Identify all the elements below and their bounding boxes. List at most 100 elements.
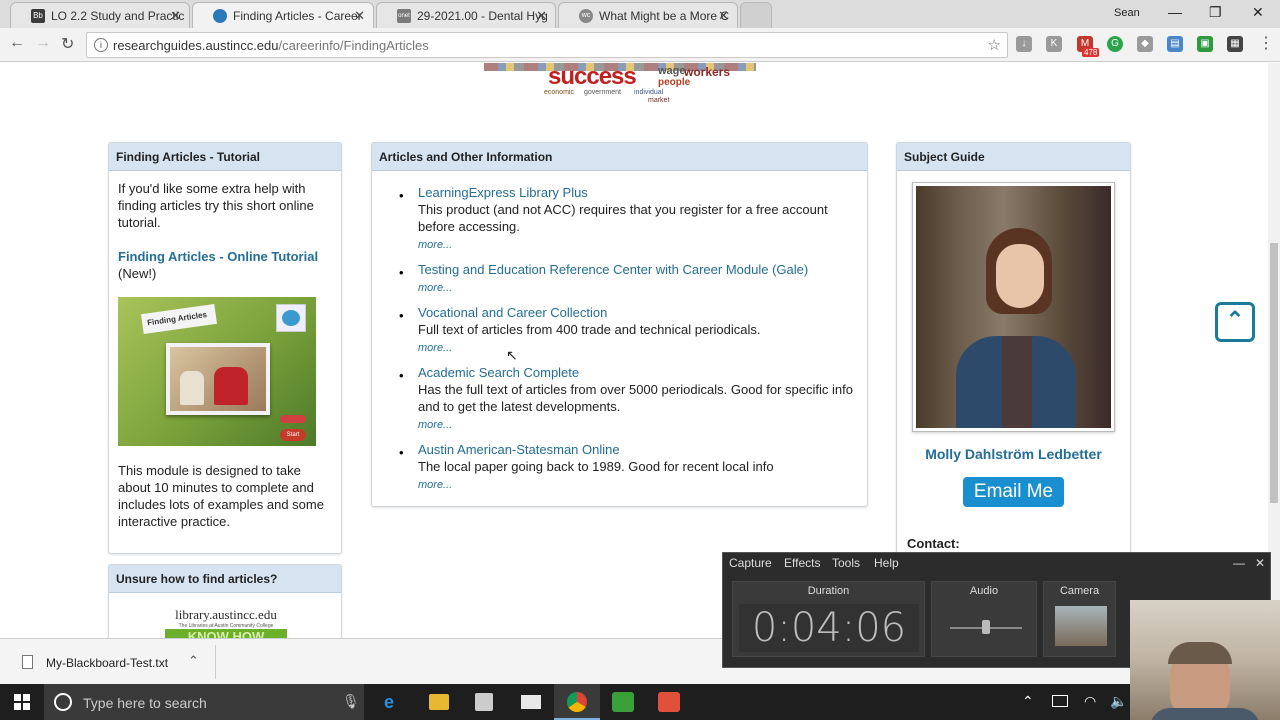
online-tutorial-link[interactable]: Finding Articles - Online Tutorial bbox=[118, 249, 318, 264]
academic-search-link[interactable]: Academic Search Complete bbox=[418, 365, 579, 380]
unsure-panel-heading: Unsure how to find articles? bbox=[109, 565, 341, 593]
unsure-panel: Unsure how to find articles? library.aus… bbox=[108, 564, 342, 638]
scrollbar-thumb[interactable] bbox=[1270, 243, 1278, 503]
bullet: • bbox=[399, 265, 404, 280]
tutorial-thumbnail-image[interactable]: Finding Articles Start bbox=[118, 297, 316, 446]
word-cloud-term: wage bbox=[658, 65, 686, 77]
download-divider bbox=[215, 645, 216, 679]
more-link[interactable]: more... bbox=[418, 239, 452, 251]
browser-toolbar: ← → ↻ i researchguides.austincc.edu/care… bbox=[0, 28, 1280, 62]
tutorial-card-label: Finding Articles bbox=[140, 303, 218, 335]
green-extension-icon[interactable]: ▣ bbox=[1197, 36, 1213, 52]
battery-icon[interactable] bbox=[1052, 695, 1068, 707]
close-icon[interactable]: ✕ bbox=[354, 8, 365, 24]
tab-label: 29-2021.00 - Dental Hyg bbox=[417, 9, 548, 23]
recorder-close-icon[interactable]: ✕ bbox=[1255, 556, 1265, 570]
file-explorer-icon[interactable] bbox=[429, 694, 449, 710]
recorder-minimize-icon[interactable]: — bbox=[1233, 556, 1245, 570]
item-description: Full text of articles from 400 trade and… bbox=[418, 322, 761, 337]
subject-guide-heading: Subject Guide bbox=[897, 143, 1130, 171]
testing-education-link[interactable]: Testing and Education Reference Center w… bbox=[418, 262, 808, 277]
vocational-career-link[interactable]: Vocational and Career Collection bbox=[418, 305, 607, 320]
taskbar-search-box[interactable]: Type here to search 🎙 bbox=[44, 684, 364, 720]
duration-label: Duration bbox=[807, 585, 850, 597]
close-icon[interactable]: ✕ bbox=[170, 8, 181, 24]
learningexpress-link[interactable]: LearningExpress Library Plus bbox=[418, 185, 588, 200]
minimize-icon[interactable]: — bbox=[1168, 4, 1182, 20]
recorder-menu-capture[interactable]: Capture bbox=[729, 556, 772, 570]
recorder-app-icon[interactable] bbox=[658, 692, 680, 712]
cortana-circle-icon bbox=[54, 693, 72, 711]
tab-what-might[interactable]: wc What Might be a More C ✕ bbox=[558, 2, 738, 28]
dropbox-icon[interactable]: ◆ bbox=[1137, 36, 1153, 52]
email-me-button[interactable]: Email Me bbox=[963, 477, 1064, 507]
list-item: LearningExpress Library Plus This produc… bbox=[418, 184, 858, 254]
volume-icon[interactable]: 🔈 bbox=[1110, 693, 1127, 710]
close-window-icon[interactable]: ✕ bbox=[1252, 4, 1264, 21]
back-to-top-button[interactable]: ⌃ bbox=[1215, 302, 1255, 342]
chrome-taskbar-button[interactable] bbox=[554, 684, 600, 720]
word-cloud-term: market bbox=[648, 97, 670, 104]
recorder-menu-tools[interactable]: Tools bbox=[832, 556, 860, 570]
reload-icon[interactable]: ↻ bbox=[61, 34, 74, 54]
windows-start-icon[interactable] bbox=[14, 694, 30, 710]
chevron-up-icon[interactable]: ⌃ bbox=[1022, 693, 1034, 710]
store-icon[interactable] bbox=[475, 693, 493, 711]
more-link[interactable]: more... bbox=[418, 282, 452, 294]
download-filename[interactable]: My-Blackboard-Test.txt bbox=[46, 656, 168, 670]
bookmark-star-icon[interactable]: ☆ bbox=[988, 36, 1001, 54]
statesman-link[interactable]: Austin American-Statesman Online bbox=[418, 442, 620, 457]
list-item: Vocational and Career Collection Full te… bbox=[418, 304, 858, 357]
recorder-menu-effects[interactable]: Effects bbox=[784, 556, 820, 570]
camera-label: Camera bbox=[1059, 585, 1100, 597]
bullet: • bbox=[399, 368, 404, 383]
address-bar[interactable]: i researchguides.austincc.edu/careerinfo… bbox=[86, 32, 1008, 58]
word-cloud-term: workers bbox=[684, 65, 731, 79]
windows-taskbar: Type here to search 🎙 e ⌃ ◠ 🔈 bbox=[0, 684, 1280, 720]
close-icon[interactable]: ✕ bbox=[718, 8, 729, 24]
recorder-menu-help[interactable]: Help bbox=[874, 556, 899, 570]
web-favicon-icon bbox=[213, 9, 227, 23]
camera-preview[interactable] bbox=[1055, 606, 1107, 646]
extension-icon[interactable]: K bbox=[1046, 36, 1062, 52]
more-link[interactable]: more... bbox=[418, 419, 452, 431]
reader-extension-icon[interactable]: ▦ bbox=[1227, 36, 1243, 52]
menu-kebab-icon[interactable]: ⋮ bbox=[1258, 33, 1274, 53]
tab-label: What Might be a More C bbox=[599, 9, 730, 23]
librarian-name[interactable]: Molly Dahlström Ledbetter bbox=[897, 446, 1130, 462]
wifi-icon[interactable]: ◠ bbox=[1084, 693, 1096, 710]
more-link[interactable]: more... bbox=[418, 479, 452, 491]
blackboard-favicon-icon: Bb bbox=[31, 9, 45, 23]
mail-icon[interactable] bbox=[521, 695, 541, 709]
docs-icon[interactable]: ▤ bbox=[1167, 36, 1183, 52]
tab-lo-study[interactable]: Bb LO 2.2 Study and Practic ✕ bbox=[10, 2, 190, 28]
edge-icon[interactable]: e bbox=[384, 692, 394, 713]
forward-arrow-icon[interactable]: → bbox=[35, 34, 51, 52]
user-profile-name[interactable]: Sean bbox=[1114, 7, 1140, 19]
tutorial-description: This module is designed to take about 10… bbox=[118, 463, 324, 529]
tab-finding-articles[interactable]: Finding Articles - Career ✕ bbox=[192, 2, 374, 28]
know-how-banner: KNOW HOW bbox=[165, 629, 287, 638]
bullet: • bbox=[399, 308, 404, 323]
word-cloud-term: government bbox=[584, 89, 621, 96]
grammarly-icon[interactable]: G bbox=[1107, 36, 1123, 52]
audio-slider-handle[interactable] bbox=[982, 620, 990, 634]
info-icon[interactable]: i bbox=[94, 38, 108, 52]
brain-logo-icon bbox=[276, 304, 306, 332]
tutorial-intro-text: If you'd like some extra help with findi… bbox=[118, 181, 314, 230]
close-icon[interactable]: ✕ bbox=[536, 8, 547, 24]
duration-value: 0:04:06 bbox=[739, 604, 919, 652]
new-tab-button[interactable] bbox=[740, 2, 772, 28]
articles-panel: Articles and Other Information • Learnin… bbox=[371, 142, 868, 507]
camtasia-icon[interactable] bbox=[612, 692, 634, 712]
library-logo[interactable]: library.austincc.edu The Libraries at Au… bbox=[165, 607, 287, 638]
bullet: • bbox=[399, 188, 404, 203]
chevron-up-icon[interactable]: ⌃ bbox=[188, 653, 199, 669]
microphone-icon[interactable]: 🎙 bbox=[342, 693, 360, 710]
browser-tab-strip: Bb LO 2.2 Study and Practic ✕ Finding Ar… bbox=[0, 0, 1280, 28]
tab-dental-hyg[interactable]: onet 29-2021.00 - Dental Hyg ✕ bbox=[376, 2, 556, 28]
back-arrow-icon[interactable]: ← bbox=[9, 34, 25, 52]
restore-icon[interactable]: ❐ bbox=[1209, 4, 1222, 21]
more-link[interactable]: more... bbox=[418, 342, 452, 354]
download-extension-icon[interactable]: ↓ bbox=[1016, 36, 1032, 52]
